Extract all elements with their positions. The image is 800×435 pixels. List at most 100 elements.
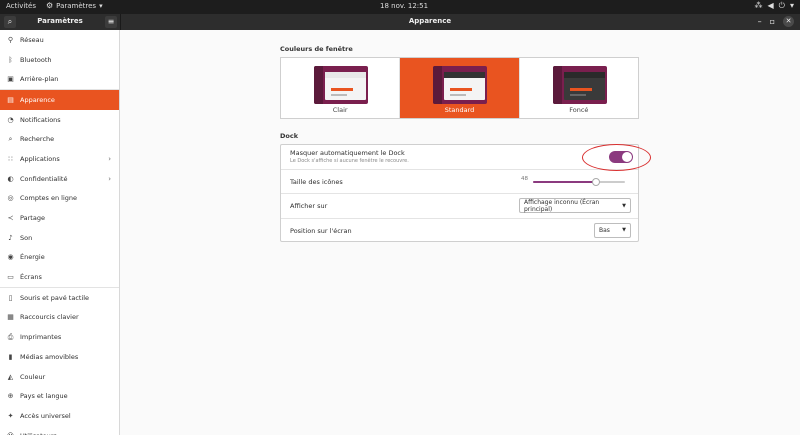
privacy-icon: ◐ [7,174,14,183]
language-icon: ⊕ [7,392,14,401]
icon-size-slider[interactable] [533,177,625,186]
position-value: Bas [599,226,610,234]
theme-selector: Clair Standard Foncé [280,57,639,119]
position-label: Position sur l'écran [290,226,352,235]
dock-title: Dock [280,132,299,140]
chevron-right-icon: › [108,154,111,163]
removable-media-icon: ▮ [8,352,13,361]
system-tray[interactable]: ⁂ ◀ ⏻ ▾ [755,1,795,11]
sidebar-item-removable-media[interactable]: ▮ Médias amovibles [0,347,119,367]
sidebar-item-label: Raccourcis clavier [20,313,79,322]
autohide-toggle[interactable] [609,151,633,163]
sidebar-title: Paramètres [37,17,83,25]
show-on-row: Afficher sur Affichage inconnu (Écran pr… [281,194,638,219]
sidebar-item-share[interactable]: ≺ Partage [0,208,119,228]
sidebar-item-network[interactable]: ⚲ Réseau [0,30,119,50]
icon-size-slider-handle[interactable] [591,177,600,186]
sidebar-item-power[interactable]: ◉ Énergie [0,248,119,268]
network-icon: ⚲ [7,35,14,44]
search-icon: ⌕ [8,134,13,143]
sidebar-item-printer[interactable]: ⎙ Imprimantes [0,327,119,347]
chevron-right-icon: › [108,174,111,183]
sidebar-item-label: Souris et pavé tactile [20,293,90,302]
gear-icon: ⚙ [46,1,54,10]
power-icon: ◉ [7,253,14,262]
sidebar-item-online-accounts[interactable]: ◎ Comptes en ligne [0,189,119,209]
autohide-description: Le Dock s'affiche si aucune fenêtre le r… [290,158,409,164]
notifications-icon: ◔ [7,115,14,124]
volume-icon: ◀ [767,1,774,10]
show-on-dropdown[interactable]: Affichage inconnu (Écran principal) ▼ [519,198,631,213]
dock-settings-panel: Masquer automatiquement le Dock Le Dock … [280,144,639,242]
icon-size-value: 48 [521,175,528,182]
sidebar-item-label: Partage [20,214,45,223]
position-row: Position sur l'écran Bas ▼ [281,219,638,244]
sidebar-item-privacy[interactable]: ◐ Confidentialité › [0,169,119,189]
theme-light-preview [314,66,368,104]
autohide-row: Masquer automatiquement le Dock Le Dock … [281,145,638,170]
theme-dark-label: Foncé [569,106,589,114]
position-dropdown[interactable]: Bas ▼ [594,222,631,238]
app-menu[interactable]: ⚙ Paramètres ▾ [46,1,103,11]
users-icon: ☺ [6,432,15,435]
sidebar-item-label: Imprimantes [20,333,62,342]
caret-down-icon: ▼ [622,227,626,233]
show-on-value: Affichage inconnu (Écran principal) [524,198,600,213]
theme-standard[interactable]: Standard [400,58,520,118]
maximize-icon[interactable]: ▫ [770,17,775,26]
sidebar-item-keyboard[interactable]: ▦ Raccourcis clavier [0,308,119,328]
sidebar-item-displays[interactable]: ▭ Écrans [0,267,119,287]
minimize-icon[interactable]: – [758,17,762,26]
online-accounts-icon: ◎ [7,194,14,203]
sidebar-item-label: Comptes en ligne [20,194,78,203]
app-menu-label: Paramètres [56,2,97,10]
theme-light[interactable]: Clair [281,58,401,118]
bluetooth-icon: ᛒ [8,55,13,64]
clock[interactable]: 18 nov. 12:51 [380,2,428,10]
sidebar-item-label: Apparence [20,95,55,104]
applications-icon: ∷ [8,154,13,163]
sidebar-item-accessibility[interactable]: ✦ Accès universel [0,406,119,426]
sidebar-item-sound[interactable]: ♪ Son [0,228,119,248]
theme-dark[interactable]: Foncé [520,58,638,118]
sidebar-item-label: Énergie [20,253,45,262]
sidebar-item-notifications[interactable]: ◔ Notifications [0,110,119,130]
caret-down-icon: ▾ [99,2,103,10]
printer-icon: ⎙ [7,332,14,341]
mouse-icon: ▯ [8,293,13,302]
hamburger-menu-button[interactable]: ≡ [105,16,117,28]
sidebar-item-label: Applications [20,154,60,163]
header-bar: ⌕ Paramètres ≡ Apparence – ▫ ✕ [0,14,800,30]
sidebar-item-color[interactable]: ◭ Couleur [0,367,119,387]
top-bar: Activités ⚙ Paramètres ▾ 18 nov. 12:51 ⁂… [0,0,800,14]
sidebar-item-mouse[interactable]: ▯ Souris et pavé tactile [0,288,119,308]
caret-down-icon: ▼ [622,202,626,209]
window-controls: – ▫ ✕ [758,16,794,27]
activities-button[interactable]: Activités [6,2,36,10]
sidebar-item-label: Utilisateurs [20,432,57,435]
sidebar-item-label: Bluetooth [20,55,52,64]
sidebar-item-label: Accès universel [20,411,71,420]
sidebar-item-search[interactable]: ⌕ Recherche [0,129,119,149]
sidebar-item-language[interactable]: ⊕ Pays et langue [0,386,119,406]
theme-standard-preview [433,66,488,104]
sidebar-item-label: Confidentialité [20,174,68,183]
sidebar-item-bluetooth[interactable]: ᛒ Bluetooth [0,50,119,70]
autohide-label: Masquer automatiquement le Dock [290,149,405,157]
sidebar-item-label: Réseau [20,35,44,44]
keyboard-icon: ▦ [7,313,14,322]
displays-icon: ▭ [7,273,14,282]
color-icon: ◭ [7,372,14,381]
sidebar-item-users[interactable]: ☺ Utilisateurs [0,426,119,435]
main-panel: Couleurs de fenêtre Clair Standard Foncé… [121,30,800,435]
sound-icon: ♪ [8,233,13,242]
sidebar-item-appearance[interactable]: ▤ Apparence [0,90,119,110]
sidebar: ⚲ Réseau ᛒ Bluetooth ▣ Arrière-plan ▤ Apparence… [0,30,120,435]
theme-dark-preview [552,66,607,104]
page-title: Apparence [408,17,452,25]
power-menu-icon: ⏻ [778,1,785,10]
theme-standard-label: Standard [444,106,475,114]
sidebar-item-background[interactable]: ▣ Arrière-plan [0,69,119,89]
close-icon[interactable]: ✕ [783,16,794,27]
sidebar-item-applications[interactable]: ∷ Applications › [0,149,119,169]
